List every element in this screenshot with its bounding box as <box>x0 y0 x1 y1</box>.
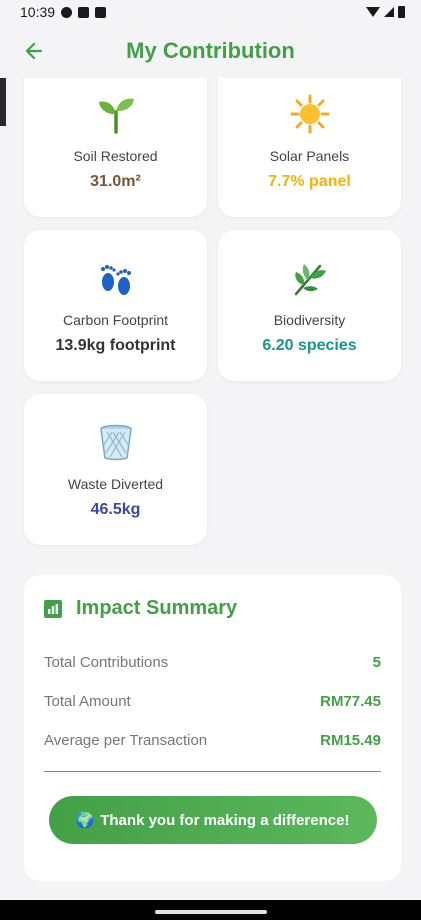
metric-label: Waste Diverted <box>67 476 164 492</box>
metric-value: 13.9kg footprint <box>55 337 176 354</box>
arrow-left-icon <box>25 42 43 60</box>
metric-card-solar: Solar Panels 7.7% panel <box>218 78 401 217</box>
metric-value: 6.20 species <box>262 337 357 354</box>
home-indicator[interactable] <box>155 910 267 914</box>
sun-icon <box>288 92 332 136</box>
footprints-icon <box>94 256 138 300</box>
page-title: My Contribution <box>126 38 295 63</box>
metric-label: Carbon Footprint <box>62 312 169 328</box>
impact-summary-card: Impact Summary Total Contributions 5 Tot… <box>24 575 401 881</box>
stat-value: RM77.45 <box>320 693 381 710</box>
summary-title: Impact Summary <box>76 597 238 619</box>
stat-row-total-contributions: Total Contributions 5 <box>44 654 381 671</box>
metric-card-carbon: Carbon Footprint 13.9kg footprint <box>24 230 207 381</box>
back-button[interactable] <box>20 37 48 65</box>
metric-card-soil: Soil Restored 31.0m² <box>24 78 207 217</box>
navigation-bar <box>0 900 421 920</box>
metric-label: Solar Panels <box>269 148 350 164</box>
thank-you-button[interactable]: 🌍 Thank you for making a difference! <box>48 796 377 844</box>
stat-row-total-amount: Total Amount RM77.45 <box>44 693 381 710</box>
wastebasket-icon <box>94 420 138 464</box>
stat-value: RM15.49 <box>320 732 381 749</box>
app-bar: My Contribution <box>0 24 421 78</box>
globe-icon: 🌍 <box>75 812 95 829</box>
metric-label: Soil Restored <box>73 148 158 164</box>
scroll-content[interactable]: Soil Restored 31.0m² Solar Panels 7.7% p… <box>0 78 421 900</box>
metric-value: 31.0m² <box>90 173 141 190</box>
summary-header: Impact Summary <box>44 597 381 620</box>
notification-a-icon <box>78 6 90 18</box>
stat-label: Average per Transaction <box>44 732 208 749</box>
metric-card-biodiversity: Biodiversity 6.20 species <box>218 230 401 381</box>
stat-value: 5 <box>372 654 381 671</box>
notification-shield-icon <box>61 6 73 18</box>
wifi-icon <box>366 7 380 17</box>
stat-row-average: Average per Transaction RM15.49 <box>44 732 381 749</box>
metric-card-waste: Waste Diverted 46.5kg <box>24 394 207 545</box>
signal-icon <box>384 7 394 17</box>
status-time: 10:39 <box>20 4 56 20</box>
stat-label: Total Contributions <box>44 654 169 671</box>
metric-value: 7.7% panel <box>268 173 351 190</box>
seedling-icon <box>94 92 138 136</box>
divider <box>44 771 381 772</box>
metric-label: Biodiversity <box>273 312 346 328</box>
status-bar: 10:39 <box>0 0 421 24</box>
thank-you-label: Thank you for making a difference! <box>100 811 350 829</box>
bar-chart-icon <box>44 599 62 618</box>
leaf-icon <box>288 256 332 300</box>
battery-icon <box>398 6 405 18</box>
stat-label: Total Amount <box>44 693 131 710</box>
metric-value: 46.5kg <box>90 501 141 518</box>
notification-sd-icon <box>95 6 107 18</box>
